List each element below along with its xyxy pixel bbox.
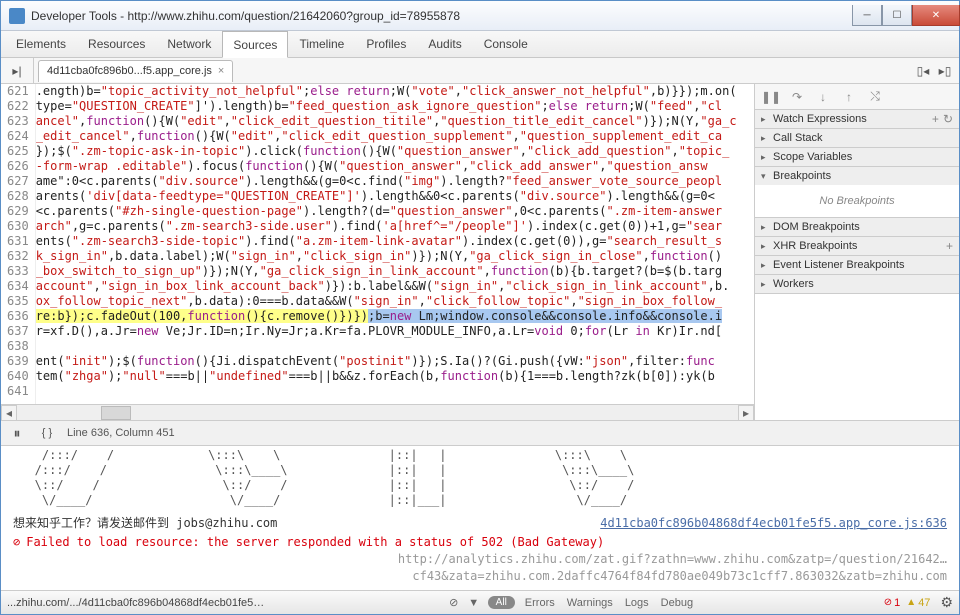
console-error-url2: cf43&zata=zhihu.com.2daffc4764f84fd780ae… bbox=[13, 569, 947, 584]
filter-all[interactable]: All bbox=[488, 596, 515, 609]
horizontal-scrollbar[interactable]: ◂ ▸ bbox=[1, 404, 754, 420]
breakpoints-empty: No Breakpoints bbox=[755, 185, 959, 217]
debugger-controls: ❚❚ ↷ ↓ ↑ ⤭ bbox=[755, 84, 959, 110]
tab-elements[interactable]: Elements bbox=[5, 31, 77, 57]
filter-warnings[interactable]: Warnings bbox=[567, 597, 613, 609]
window-title: Developer Tools - http://www.zhihu.com/q… bbox=[31, 9, 852, 23]
step-into-icon[interactable]: ↓ bbox=[811, 88, 835, 106]
tab-resources[interactable]: Resources bbox=[77, 31, 156, 57]
close-tab-icon[interactable]: × bbox=[218, 65, 224, 77]
filter-logs[interactable]: Logs bbox=[625, 597, 649, 609]
file-tab-label: 4d11cba0fc896b0...f5.app_core.js bbox=[47, 65, 212, 77]
acc-workers[interactable]: ▸Workers bbox=[755, 275, 959, 293]
debugger-sidebar: ❚❚ ↷ ↓ ↑ ⤭ ▸Watch Expressions+↻ ▸Call St… bbox=[755, 84, 959, 420]
pretty-print-icon[interactable]: { } bbox=[37, 423, 57, 443]
status-path: ...zhihu.com/.../4d11cba0fc896b04868df4e… bbox=[7, 597, 267, 609]
warning-count[interactable]: ▲47 bbox=[906, 597, 930, 609]
acc-dombp[interactable]: ▸DOM Breakpoints bbox=[755, 218, 959, 236]
devtools-window: Developer Tools - http://www.zhihu.com/q… bbox=[0, 0, 960, 615]
minimize-button[interactable]: ─ bbox=[852, 5, 882, 26]
console-error-url1: http://analytics.zhihu.com/zat.gif?zathn… bbox=[13, 552, 947, 567]
history-fwd-icon[interactable]: ▸▯ bbox=[935, 61, 955, 81]
acc-breakpoints[interactable]: ▾Breakpoints bbox=[755, 167, 959, 185]
history-back-icon[interactable]: ▯◂ bbox=[913, 61, 933, 81]
watch-refresh-icon[interactable]: ↻ bbox=[943, 112, 953, 126]
tab-sources[interactable]: Sources bbox=[222, 31, 288, 58]
console-error: Failed to load resource: the server resp… bbox=[13, 535, 947, 550]
step-out-icon[interactable]: ↑ bbox=[837, 88, 861, 106]
code-content[interactable]: .ength)b="topic_activity_not_helpful";el… bbox=[36, 84, 754, 404]
tab-console[interactable]: Console bbox=[473, 31, 539, 57]
filter-debug[interactable]: Debug bbox=[661, 597, 693, 609]
settings-icon[interactable]: ⚙ bbox=[940, 594, 953, 611]
scroll-right-icon[interactable]: ▸ bbox=[738, 405, 754, 421]
close-button[interactable]: ✕ bbox=[912, 5, 960, 26]
filter-errors[interactable]: Errors bbox=[525, 597, 555, 609]
console-output[interactable]: /:::/ / \:::\ \ |::| | \:::\ \ /:::/ / \… bbox=[1, 446, 959, 590]
xhr-add-icon[interactable]: + bbox=[946, 239, 953, 253]
acc-callstack[interactable]: ▸Call Stack bbox=[755, 129, 959, 147]
acc-watch[interactable]: ▸Watch Expressions+↻ bbox=[755, 110, 959, 128]
scroll-left-icon[interactable]: ◂ bbox=[1, 405, 17, 421]
scroll-thumb[interactable] bbox=[101, 406, 131, 420]
error-count[interactable]: ⊘1 bbox=[884, 597, 901, 609]
pause-icon[interactable]: ❚❚ bbox=[759, 88, 783, 106]
acc-eventbp[interactable]: ▸Event Listener Breakpoints bbox=[755, 256, 959, 274]
app-icon bbox=[9, 8, 25, 24]
sources-toolbar: ▸| 4d11cba0fc896b0...f5.app_core.js × ▯◂… bbox=[1, 58, 959, 84]
watch-add-icon[interactable]: + bbox=[932, 112, 939, 126]
filter-icon[interactable]: ▼ bbox=[464, 595, 484, 611]
console-source-link[interactable]: 4d11cba0fc896b04868df4ecb01fe5f5.app_cor… bbox=[600, 516, 947, 531]
titlebar[interactable]: Developer Tools - http://www.zhihu.com/q… bbox=[1, 1, 959, 31]
cursor-position: Line 636, Column 451 bbox=[67, 427, 175, 439]
pause-on-exceptions-icon[interactable]: ⏸ bbox=[7, 423, 27, 443]
step-over-icon[interactable]: ↷ bbox=[785, 88, 809, 106]
console-recruit-msg: 4d11cba0fc896b04868df4ecb01fe5f5.app_cor… bbox=[13, 516, 947, 531]
navigator-toggle-icon[interactable]: ▸| bbox=[7, 61, 27, 81]
ascii-art: /:::/ / \:::\ \ |::| | \:::\ \ /:::/ / \… bbox=[13, 448, 947, 508]
maximize-button[interactable]: ☐ bbox=[882, 5, 912, 26]
tab-network[interactable]: Network bbox=[156, 31, 222, 57]
tab-timeline[interactable]: Timeline bbox=[288, 31, 355, 57]
console-toolbar: ⏸ { } Line 636, Column 451 bbox=[1, 420, 959, 446]
tab-profiles[interactable]: Profiles bbox=[355, 31, 417, 57]
acc-scope[interactable]: ▸Scope Variables bbox=[755, 148, 959, 166]
tab-audits[interactable]: Audits bbox=[417, 31, 472, 57]
main-tabs: Elements Resources Network Sources Timel… bbox=[1, 31, 959, 58]
clear-console-icon[interactable]: ⊘ bbox=[444, 595, 464, 611]
file-tab[interactable]: 4d11cba0fc896b0...f5.app_core.js × bbox=[38, 60, 233, 82]
line-gutter: 621 622623624625626 627628629630631 6326… bbox=[1, 84, 36, 404]
deactivate-breakpoints-icon[interactable]: ⤭ bbox=[863, 88, 887, 106]
acc-xhrbp[interactable]: ▸XHR Breakpoints+ bbox=[755, 237, 959, 255]
code-editor[interactable]: 621 622623624625626 627628629630631 6326… bbox=[1, 84, 755, 420]
statusbar: ...zhihu.com/.../4d11cba0fc896b04868df4e… bbox=[1, 590, 959, 614]
